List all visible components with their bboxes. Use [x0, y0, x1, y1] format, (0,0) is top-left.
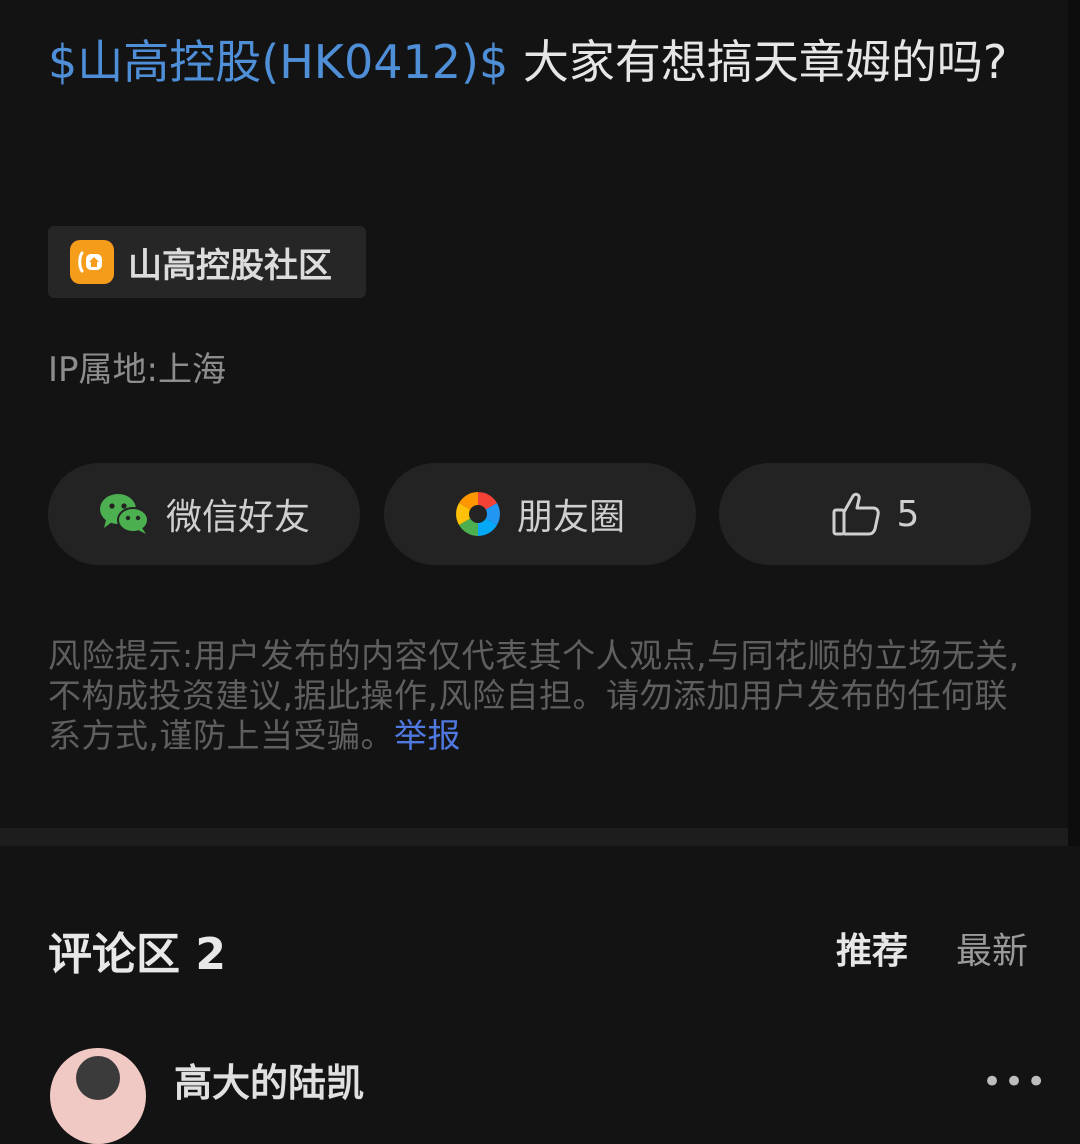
moments-aperture-icon — [455, 491, 501, 537]
community-label: 山高控股社区 — [128, 245, 332, 286]
stock-tag-link[interactable]: $山高控股(HK0412)$ — [48, 35, 508, 89]
scrollbar[interactable] — [1068, 0, 1080, 846]
share-wechat-button[interactable]: 微信好友 — [48, 463, 360, 565]
like-count: 5 — [896, 493, 920, 535]
like-button[interactable]: 5 — [719, 463, 1031, 565]
report-link[interactable]: 举报 — [394, 716, 461, 755]
risk-disclaimer: 风险提示:用户发布的内容仅代表其个人观点,与同花顺的立场无关,不构成投资建议,据… — [48, 636, 1038, 756]
more-options-icon[interactable]: ••• — [982, 1062, 1048, 1102]
share-moments-button[interactable]: 朋友圈 — [384, 463, 696, 565]
share-moments-label: 朋友圈 — [516, 497, 625, 538]
share-wechat-label: 微信好友 — [165, 497, 310, 538]
wechat-icon — [98, 492, 150, 536]
section-divider — [0, 828, 1068, 846]
ip-location: IP属地:上海 — [48, 350, 226, 390]
comments-title: 评论区 2 — [48, 929, 226, 980]
sort-latest-tab[interactable]: 最新 — [956, 922, 1028, 974]
comment-author-name[interactable]: 高大的陆凯 — [174, 1052, 364, 1107]
community-chip[interactable]: 山高控股社区 — [48, 226, 366, 298]
avatar[interactable] — [50, 1048, 146, 1144]
sort-recommend-tab[interactable]: 推荐 — [836, 922, 908, 974]
post-content: $山高控股(HK0412)$ 大家有想搞天章姆的吗? — [48, 16, 1038, 108]
thumbs-up-icon — [831, 491, 881, 537]
post-body-text: 大家有想搞天章姆的吗? — [508, 35, 1008, 89]
risk-text: 风险提示:用户发布的内容仅代表其个人观点,与同花顺的立场无关,不构成投资建议,据… — [48, 636, 1020, 755]
community-house-icon — [70, 240, 114, 284]
